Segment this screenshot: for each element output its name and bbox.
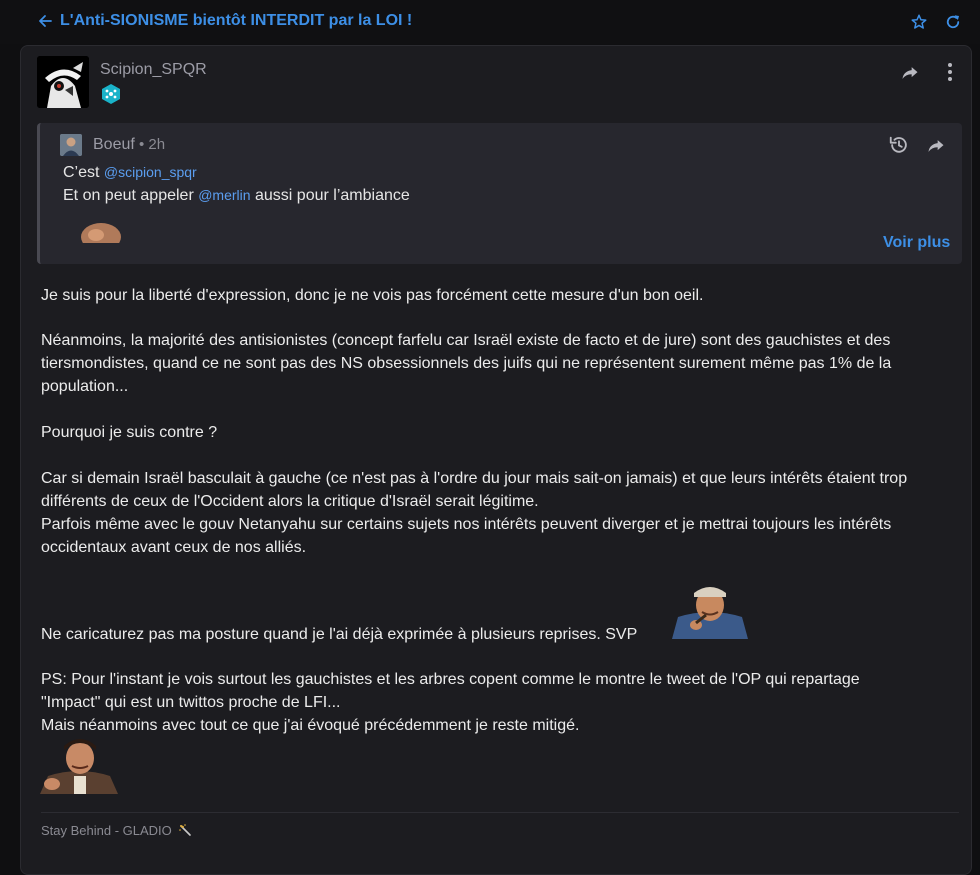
signature-divider bbox=[41, 812, 959, 813]
author-name[interactable]: Scipion_SPQR bbox=[100, 61, 207, 79]
history-icon[interactable] bbox=[888, 134, 910, 156]
quote-text: aussi pour l’ambiance bbox=[250, 187, 410, 204]
quote-avatar[interactable] bbox=[60, 134, 82, 156]
quote-author: Boeuf • 2h bbox=[93, 136, 165, 154]
cyan-badge-icon bbox=[102, 84, 120, 104]
magic-wand-icon bbox=[179, 824, 192, 836]
post-paragraph: Ne caricaturez pas ma posture quand je l… bbox=[41, 626, 638, 643]
see-more-button[interactable]: Voir plus bbox=[883, 234, 950, 252]
post-card: Scipion_SPQR Boeuf • 2h C’est @scipion_s… bbox=[20, 45, 972, 875]
quote-line: Et on peut appeler @merlin aussi pour l’… bbox=[63, 187, 410, 205]
signature-text: Stay Behind - GLADIO bbox=[41, 823, 172, 838]
share-icon[interactable] bbox=[900, 63, 920, 83]
refresh-icon[interactable] bbox=[944, 13, 962, 31]
post-paragraph: Pourquoi je suis contre ? bbox=[41, 424, 218, 441]
arrow-left-icon[interactable] bbox=[38, 13, 52, 29]
post-paragraph: tiersmondistes, quand ce ne sont pas des… bbox=[41, 355, 892, 372]
post-paragraph: Parfois même avec le gouv Netanyahu sur … bbox=[41, 516, 892, 533]
avatar-image bbox=[37, 56, 89, 108]
quote-separator: • bbox=[134, 136, 149, 153]
thread-title[interactable]: L'Anti-SIONISME bientôt INTERDIT par la … bbox=[60, 12, 412, 30]
post-paragraph: Néanmoins, la majorité des antisionistes… bbox=[41, 332, 891, 349]
post-paragraph: population... bbox=[41, 378, 129, 395]
sticker-image bbox=[672, 581, 748, 639]
post-paragraph: PS: Pour l'instant je vois surtout les g… bbox=[41, 671, 860, 688]
sticker-image bbox=[40, 736, 118, 794]
avatar[interactable] bbox=[37, 56, 89, 108]
quote-timestamp: 2h bbox=[148, 136, 166, 153]
quote-author-name[interactable]: Boeuf bbox=[93, 136, 135, 153]
quote-text: Et on peut appeler bbox=[63, 187, 199, 204]
post-paragraph: occidentaux avant ceux de nos alliés. bbox=[41, 539, 307, 556]
post-paragraph: Je suis pour la liberté d'expression, do… bbox=[41, 287, 704, 304]
post-paragraph: Car si demain Israël basculait à gauche … bbox=[41, 470, 908, 487]
quote-text: C’est bbox=[63, 164, 104, 181]
sticker-image bbox=[81, 223, 121, 243]
post-paragraph: différents de ceux de l'Occident alors l… bbox=[41, 493, 539, 510]
signature: Stay Behind - GLADIO bbox=[41, 823, 192, 838]
quote-avatar-image bbox=[60, 134, 82, 156]
mention-link[interactable]: @merlin bbox=[198, 187, 250, 203]
star-icon[interactable] bbox=[910, 13, 928, 31]
more-options-icon[interactable] bbox=[942, 62, 958, 82]
thread-header: L'Anti-SIONISME bientôt INTERDIT par la … bbox=[0, 0, 980, 44]
quote-line: C’est @scipion_spqr bbox=[63, 164, 197, 182]
mention-link[interactable]: @scipion_spqr bbox=[104, 164, 197, 180]
share-icon[interactable] bbox=[926, 136, 946, 156]
post-paragraph: Mais néanmoins avec tout ce que j'ai évo… bbox=[41, 717, 580, 734]
post-paragraph: "Impact" qui est un twittos proche de LF… bbox=[41, 694, 341, 711]
quoted-message: Boeuf • 2h C’est @scipion_spqr Et on peu… bbox=[37, 123, 962, 264]
